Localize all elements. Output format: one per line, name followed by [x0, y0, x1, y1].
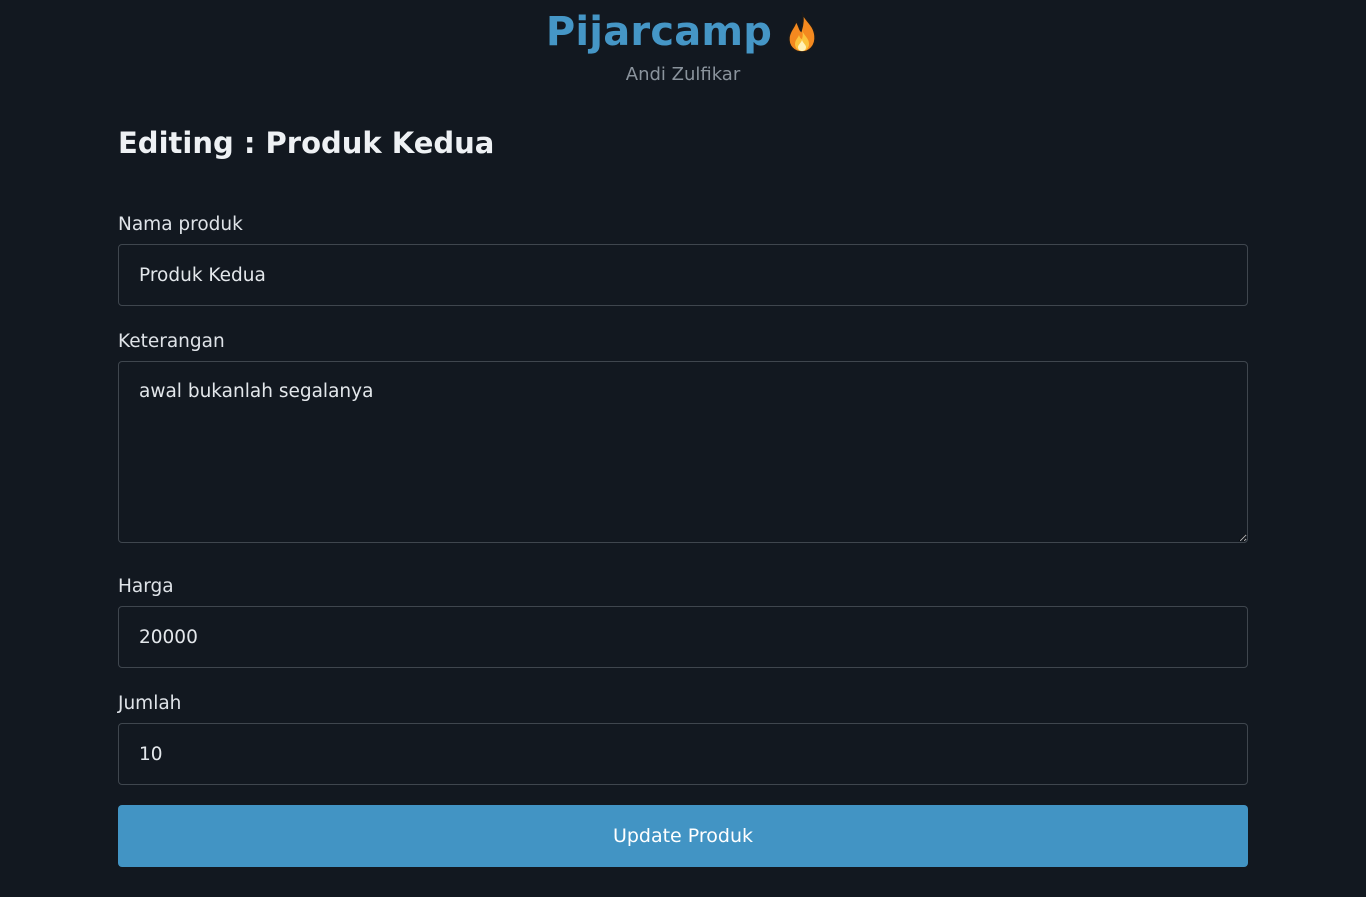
description-field: Keterangan awal bukanlah segalanya	[118, 331, 1248, 547]
description-textarea[interactable]: awal bukanlah segalanya	[118, 361, 1248, 543]
price-input[interactable]	[118, 606, 1248, 668]
fire-icon	[788, 11, 816, 53]
update-product-button[interactable]: Update Produk	[118, 805, 1248, 867]
quantity-label: Jumlah	[118, 693, 182, 714]
edit-product-form-container: Editing : Produk Kedua Nama produk Keter…	[118, 120, 1248, 867]
name-label: Nama produk	[118, 214, 243, 235]
quantity-field: Jumlah	[118, 693, 1248, 785]
app-header: Pijarcamp Andi Zulfikar	[0, 0, 1366, 85]
page-title: Editing : Produk Kedua	[118, 126, 495, 160]
brand: Pijarcamp	[546, 8, 820, 56]
brand-title: Pijarcamp	[545, 9, 773, 55]
name-field: Nama produk	[118, 214, 1248, 306]
author-name: Andi Zulfikar	[625, 64, 741, 85]
submit-wrapper: Update Produk	[118, 805, 1248, 867]
price-label: Harga	[118, 576, 174, 597]
product-name-input[interactable]	[118, 244, 1248, 306]
quantity-input[interactable]	[118, 723, 1248, 785]
price-field: Harga	[118, 576, 1248, 668]
description-label: Keterangan	[118, 331, 225, 352]
